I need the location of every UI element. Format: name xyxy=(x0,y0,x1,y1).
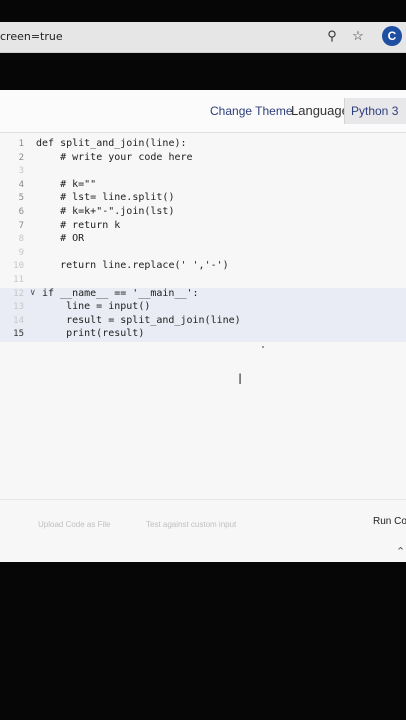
zoom-icon[interactable]: ⚲ xyxy=(324,28,340,44)
code-text: print(result) xyxy=(42,328,145,340)
line-number: 9 xyxy=(18,247,24,258)
code-line[interactable]: 14 result = split_and_join(line) xyxy=(0,314,406,329)
code-text: line = input() xyxy=(42,301,151,313)
run-code-button[interactable]: Run Co xyxy=(373,516,406,527)
code-text: # return k xyxy=(36,219,121,231)
line-number: 13 xyxy=(13,302,24,313)
line-number: 7 xyxy=(18,220,24,231)
code-line[interactable]: 6 # k=k+"-".join(lst) xyxy=(0,206,406,220)
test-custom-input-checkbox[interactable]: Test against custom input xyxy=(146,520,236,529)
line-number: 14 xyxy=(13,315,24,326)
url-text[interactable]: creen=true xyxy=(0,30,63,43)
chevron-up-icon[interactable]: ⌃ xyxy=(396,545,405,558)
code-line[interactable]: 3 xyxy=(0,165,406,179)
line-number: 12 xyxy=(13,288,24,299)
line-number: 11 xyxy=(13,275,24,285)
change-theme-button[interactable]: Change Theme xyxy=(210,104,293,118)
divider xyxy=(0,499,406,500)
stray-dot xyxy=(262,346,264,348)
code-line[interactable]: 1 def split_and_join(line): xyxy=(0,138,406,152)
code-text: # k="" xyxy=(36,178,97,190)
code-text: # write your code here xyxy=(36,151,193,163)
code-line[interactable]: 12 ∨ if __name__ == '__main__': xyxy=(0,287,406,302)
language-select[interactable]: Python 3 xyxy=(344,98,406,124)
code-line[interactable]: 15 print(result) xyxy=(0,328,406,342)
line-number: 3 xyxy=(18,166,24,177)
line-number: 2 xyxy=(18,152,24,163)
code-line[interactable]: 9 xyxy=(0,247,406,261)
code-text: def split_and_join(line): xyxy=(36,138,187,149)
line-number: 8 xyxy=(18,234,24,245)
code-line[interactable]: 8 # OR xyxy=(0,233,406,247)
code-line[interactable]: 13 line = input() xyxy=(0,301,406,315)
code-line[interactable]: 2 # write your code here xyxy=(0,152,406,166)
fold-chevron-icon[interactable]: ∨ xyxy=(30,288,35,298)
code-editor[interactable]: 1 def split_and_join(line): 2 # write your… xyxy=(0,136,406,396)
language-label: Language xyxy=(291,103,349,118)
star-add-icon[interactable]: ☆ xyxy=(350,28,366,44)
code-line[interactable]: 7 # return k xyxy=(0,220,406,234)
code-text: # lst= line.split() xyxy=(36,192,175,204)
code-text: return line.replace(' ','-') xyxy=(36,260,229,272)
profile-avatar[interactable]: C xyxy=(382,26,402,46)
line-number: 4 xyxy=(18,179,24,190)
upload-code-checkbox[interactable]: Upload Code as File xyxy=(38,520,110,529)
browser-address-bar[interactable]: creen=true ⚲ ☆ C xyxy=(0,22,406,53)
code-text: if __name__ == '__main__': xyxy=(42,287,199,299)
code-line[interactable]: 5 # lst= line.split() xyxy=(0,192,406,206)
editor-toolbar: Change Theme Language Python 3 xyxy=(0,90,406,133)
code-editor-page: Change Theme Language Python 3 1 def spli… xyxy=(0,90,406,562)
code-line[interactable]: 4 # k="" xyxy=(0,179,406,193)
code-line[interactable]: 10 return line.replace(' ','-') xyxy=(0,260,406,274)
line-number: 6 xyxy=(18,207,24,217)
code-text: # OR xyxy=(36,233,85,245)
line-number: 5 xyxy=(18,193,24,204)
code-text: result = split_and_join(line) xyxy=(42,314,241,326)
code-text: # k=k+"-".join(lst) xyxy=(36,206,175,217)
text-cursor-icon: I xyxy=(238,372,243,388)
code-line[interactable]: 11 xyxy=(0,274,406,288)
line-number: 10 xyxy=(13,261,24,272)
line-number: 15 xyxy=(13,329,24,340)
line-number: 1 xyxy=(18,139,24,149)
